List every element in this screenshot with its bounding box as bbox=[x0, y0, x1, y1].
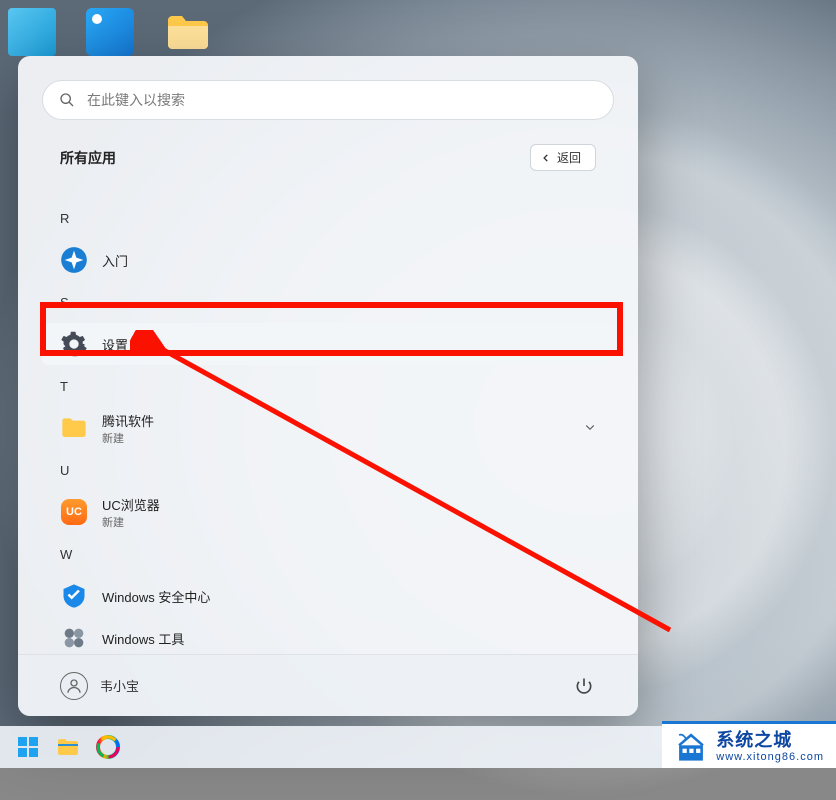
app-item-label: UC浏览器 新建 bbox=[102, 495, 596, 530]
back-button-label: 返回 bbox=[557, 149, 581, 166]
app-item-windows-tools[interactable]: Windows 工具 bbox=[42, 617, 614, 654]
search-input[interactable] bbox=[87, 92, 597, 108]
desktop-icon-folder[interactable] bbox=[164, 8, 212, 56]
taskbar-start-button[interactable] bbox=[8, 729, 48, 765]
compass-icon bbox=[60, 246, 88, 274]
menu-footer: 韦小宝 bbox=[18, 654, 638, 716]
watermark-logo-icon bbox=[674, 730, 708, 764]
taskbar-explorer[interactable] bbox=[48, 729, 88, 765]
section-header-w[interactable]: W bbox=[42, 533, 614, 575]
app-item-label: Windows 安全中心 bbox=[102, 587, 596, 606]
app-item-label: 腾讯软件 新建 bbox=[102, 411, 584, 446]
uc-icon: UC bbox=[60, 498, 88, 526]
app-item-label: 新建 bbox=[102, 179, 596, 180]
folder-icon bbox=[60, 414, 88, 442]
gear-icon bbox=[60, 330, 88, 358]
app-item-label: Windows 工具 bbox=[102, 629, 596, 648]
taskbar-browser[interactable] bbox=[88, 729, 128, 765]
app-list[interactable]: 新建 R 入门 S 设置 T 腾讯软件 bbox=[18, 179, 638, 654]
app-item-label: 入门 bbox=[102, 251, 596, 270]
chevron-down-icon bbox=[584, 421, 596, 436]
back-button[interactable]: 返回 bbox=[530, 144, 596, 171]
app-item-tencent[interactable]: 腾讯软件 新建 bbox=[42, 407, 614, 449]
app-item-settings[interactable]: 设置 bbox=[42, 323, 614, 365]
user-account-button[interactable]: 韦小宝 bbox=[60, 672, 139, 700]
shield-icon bbox=[60, 582, 88, 610]
tools-icon bbox=[60, 624, 88, 652]
chevron-left-icon bbox=[541, 153, 551, 163]
watermark-title: 系统之城 bbox=[716, 731, 824, 751]
watermark: 系统之城 www.xitong86.com bbox=[662, 721, 836, 768]
app-item-partial[interactable]: 新建 bbox=[42, 179, 614, 197]
start-menu: 所有应用 返回 新建 R 入门 S 设置 bbox=[18, 56, 638, 716]
avatar-icon bbox=[60, 672, 88, 700]
section-header-u[interactable]: U bbox=[42, 449, 614, 491]
app-item-getting-started[interactable]: 入门 bbox=[42, 239, 614, 281]
user-name: 韦小宝 bbox=[100, 676, 139, 695]
app-item-label: 设置 bbox=[102, 335, 596, 354]
dash-icon bbox=[60, 179, 88, 189]
desktop-icons bbox=[8, 8, 212, 56]
app-item-uc-browser[interactable]: UC UC浏览器 新建 bbox=[42, 491, 614, 533]
all-apps-title: 所有应用 bbox=[60, 148, 116, 168]
power-button[interactable] bbox=[572, 674, 596, 698]
section-header-t[interactable]: T bbox=[42, 365, 614, 407]
section-header-s[interactable]: S bbox=[42, 281, 614, 323]
search-icon bbox=[59, 92, 75, 108]
search-bar[interactable] bbox=[42, 80, 614, 120]
power-icon bbox=[574, 676, 594, 696]
app-item-windows-security[interactable]: Windows 安全中心 bbox=[42, 575, 614, 617]
desktop-icon-control-panel[interactable] bbox=[86, 8, 134, 56]
apps-header: 所有应用 返回 bbox=[18, 132, 638, 179]
watermark-url: www.xitong86.com bbox=[716, 751, 824, 763]
section-header-r[interactable]: R bbox=[42, 197, 614, 239]
desktop-icon-widget[interactable] bbox=[8, 8, 56, 56]
